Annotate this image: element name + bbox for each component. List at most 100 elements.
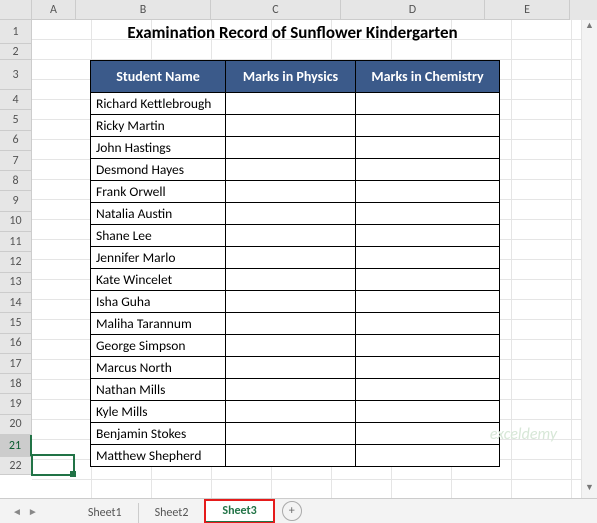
cell-physics[interactable]	[226, 115, 356, 137]
cell-chemistry[interactable]	[356, 401, 500, 423]
row-header-9[interactable]: 9	[0, 191, 32, 211]
cell-chemistry[interactable]	[356, 313, 500, 335]
table-row: Shane Lee	[91, 225, 500, 247]
cell-physics[interactable]	[226, 225, 356, 247]
header-student-name[interactable]: Student Name	[91, 61, 226, 93]
row-header-17[interactable]: 17	[0, 354, 32, 374]
cell-chemistry[interactable]	[356, 357, 500, 379]
cell-physics[interactable]	[226, 291, 356, 313]
tab-sheet2[interactable]: Sheet2	[139, 503, 206, 523]
row-header-15[interactable]: 15	[0, 313, 32, 333]
cell-chemistry[interactable]	[356, 225, 500, 247]
table-row: Maliha Tarannum	[91, 313, 500, 335]
cell-chemistry[interactable]	[356, 137, 500, 159]
cell-physics[interactable]	[226, 247, 356, 269]
add-sheet-button[interactable]: +	[282, 501, 302, 521]
cell-physics[interactable]	[226, 269, 356, 291]
row-header-19[interactable]: 19	[0, 394, 32, 414]
row-header-4[interactable]: 4	[0, 90, 32, 110]
cell-student-name[interactable]: Kate Wincelet	[91, 269, 226, 291]
cell-physics[interactable]	[226, 93, 356, 115]
cell-student-name[interactable]: Isha Guha	[91, 291, 226, 313]
cell-chemistry[interactable]	[356, 93, 500, 115]
cell-physics[interactable]	[226, 159, 356, 181]
cell-student-name[interactable]: Richard Kettlebrough	[91, 93, 226, 115]
cell-student-name[interactable]: Frank Orwell	[91, 181, 226, 203]
cell-physics[interactable]	[226, 181, 356, 203]
col-header-b[interactable]: B	[76, 0, 211, 20]
row-header-1[interactable]: 1	[0, 20, 32, 44]
row-header-10[interactable]: 10	[0, 212, 32, 232]
row-header-13[interactable]: 13	[0, 273, 32, 293]
cell-student-name[interactable]: Matthew Shepherd	[91, 445, 226, 467]
cell-chemistry[interactable]	[356, 203, 500, 225]
cell-student-name[interactable]: Maliha Tarannum	[91, 313, 226, 335]
scroll-up-icon[interactable]: ▲	[582, 20, 597, 36]
col-header-c[interactable]: C	[211, 0, 341, 20]
cell-physics[interactable]	[226, 313, 356, 335]
row-header-20[interactable]: 20	[0, 415, 32, 435]
table-body: Richard KettlebroughRicky MartinJohn Has…	[91, 93, 500, 467]
cell-student-name[interactable]: Shane Lee	[91, 225, 226, 247]
row-header-11[interactable]: 11	[0, 232, 32, 252]
cell-chemistry[interactable]	[356, 115, 500, 137]
row-header-6[interactable]: 6	[0, 131, 32, 151]
col-header-a[interactable]: A	[32, 0, 76, 20]
vertical-scrollbar[interactable]: ▲ ▼	[581, 20, 597, 498]
tab-nav-next-icon[interactable]: ►	[28, 505, 38, 518]
cell-chemistry[interactable]	[356, 181, 500, 203]
row-header-3[interactable]: 3	[0, 60, 32, 90]
row-header-7[interactable]: 7	[0, 151, 32, 171]
row-header-16[interactable]: 16	[0, 334, 32, 354]
cell-chemistry[interactable]	[356, 379, 500, 401]
cell-physics[interactable]	[226, 379, 356, 401]
col-header-e[interactable]: E	[485, 0, 570, 20]
page-title: Examination Record of Sunflower Kinderga…	[90, 22, 495, 43]
cell-chemistry[interactable]	[356, 159, 500, 181]
cell-student-name[interactable]: George Simpson	[91, 335, 226, 357]
table-row: Desmond Hayes	[91, 159, 500, 181]
tab-sheet1[interactable]: Sheet1	[72, 503, 139, 523]
cell-student-name[interactable]: Natalia Austin	[91, 203, 226, 225]
sheet-tab-bar: ◄ ► Sheet1Sheet2Sheet3 +	[0, 498, 597, 523]
table-row: Matthew Shepherd	[91, 445, 500, 467]
cell-student-name[interactable]: Desmond Hayes	[91, 159, 226, 181]
cell-student-name[interactable]: Nathan Mills	[91, 379, 226, 401]
cell-physics[interactable]	[226, 137, 356, 159]
cell-student-name[interactable]: Kyle Mills	[91, 401, 226, 423]
cell-student-name[interactable]: Marcus North	[91, 357, 226, 379]
header-marks-chemistry[interactable]: Marks in Chemistry	[356, 61, 500, 93]
tab-nav-prev-icon[interactable]: ◄	[12, 505, 22, 518]
header-marks-physics[interactable]: Marks in Physics	[226, 61, 356, 93]
cell-student-name[interactable]: Benjamin Stokes	[91, 423, 226, 445]
select-all-corner[interactable]	[0, 0, 32, 20]
row-header-2[interactable]: 2	[0, 44, 32, 60]
cell-chemistry[interactable]	[356, 247, 500, 269]
row-header-5[interactable]: 5	[0, 110, 32, 130]
cell-chemistry[interactable]	[356, 269, 500, 291]
cell-student-name[interactable]: John Hastings	[91, 137, 226, 159]
cell-physics[interactable]	[226, 401, 356, 423]
row-header-12[interactable]: 12	[0, 252, 32, 272]
row-header-18[interactable]: 18	[0, 374, 32, 394]
row-header-21[interactable]: 21	[0, 435, 32, 457]
cell-physics[interactable]	[226, 357, 356, 379]
cell-physics[interactable]	[226, 445, 356, 467]
cells-area[interactable]: Examination Record of Sunflower Kinderga…	[32, 20, 597, 498]
cell-chemistry[interactable]	[356, 445, 500, 467]
cell-chemistry[interactable]	[356, 423, 500, 445]
row-header-8[interactable]: 8	[0, 171, 32, 191]
cell-student-name[interactable]: Ricky Martin	[91, 115, 226, 137]
tab-sheet3[interactable]: Sheet3	[205, 500, 273, 523]
row-header-14[interactable]: 14	[0, 293, 32, 313]
cell-physics[interactable]	[226, 423, 356, 445]
col-header-d[interactable]: D	[341, 0, 485, 20]
cell-chemistry[interactable]	[356, 291, 500, 313]
cell-chemistry[interactable]	[356, 335, 500, 357]
cell-student-name[interactable]: Jennifer Marlo	[91, 247, 226, 269]
row-header-22[interactable]: 22	[0, 457, 32, 475]
scroll-down-icon[interactable]: ▼	[582, 482, 597, 498]
cell-physics[interactable]	[226, 335, 356, 357]
table-row: Richard Kettlebrough	[91, 93, 500, 115]
cell-physics[interactable]	[226, 203, 356, 225]
